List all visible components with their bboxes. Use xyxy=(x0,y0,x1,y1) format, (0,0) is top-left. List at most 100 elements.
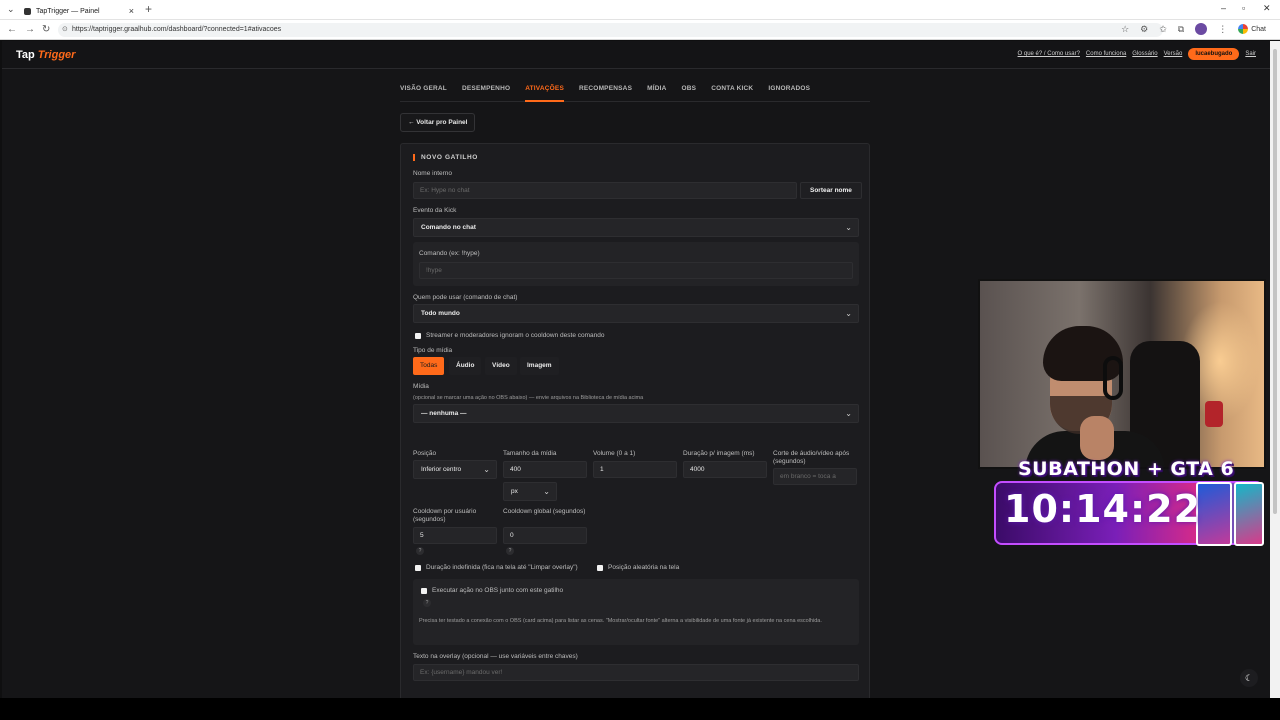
collections-icon[interactable]: ⧉ xyxy=(1178,24,1184,35)
checkbox-box[interactable] xyxy=(597,564,603,571)
chevron-down-icon: ⌄ xyxy=(845,309,852,318)
obs-action-checkbox[interactable]: Executar ação no OBS junto com este gati… xyxy=(421,587,563,594)
command-input[interactable]: !hype xyxy=(419,262,853,279)
tab-ignored[interactable]: IGNORADOS xyxy=(768,85,810,102)
media-value: — nenhuma — xyxy=(421,410,467,417)
scrollbar-thumb[interactable] xyxy=(1273,49,1277,514)
new-tab-icon[interactable]: + xyxy=(145,2,152,16)
extensions-icon[interactable]: ⚙ xyxy=(1140,24,1148,35)
minimize-icon[interactable]: – xyxy=(1221,3,1226,13)
browser-tab-strip: ⌄ TapTrigger — Painel × + – ▫ ✕ xyxy=(0,0,1280,20)
site-info-icon[interactable]: ⊙ xyxy=(62,23,68,37)
close-window-icon[interactable]: ✕ xyxy=(1263,3,1271,14)
random-position-label: Posição aleatória na tela xyxy=(608,564,680,571)
tab-list-icon[interactable]: ⌄ xyxy=(7,4,15,15)
media-type-audio[interactable]: Áudio xyxy=(449,357,482,375)
chevron-down-icon: ⌄ xyxy=(845,409,852,418)
url-bar[interactable]: ⊙ https://taptrigger.graalhub.com/dashbo… xyxy=(58,23,1163,37)
event-label: Evento da Kick xyxy=(413,207,457,214)
tab-rewards[interactable]: RECOMPENSAS xyxy=(579,85,632,102)
browser-toolbar-icons: ☆ ⚙ ✩ ⧉ ⋮ Chat xyxy=(1121,23,1266,35)
subathon-title: SUBATHON + GTA 6 xyxy=(1018,458,1235,480)
cooldown-ignore-label: Streamer e moderadores ignoram o cooldow… xyxy=(426,332,605,339)
reload-icon[interactable]: ↻ xyxy=(42,24,50,35)
webcam-overlay xyxy=(978,279,1266,469)
duration-label: Duração p/ imagem (ms) xyxy=(683,450,755,457)
command-box: Comando (ex: !hype) !hype xyxy=(413,242,859,286)
url-text: https://taptrigger.graalhub.com/dashboar… xyxy=(72,26,282,33)
indefinite-checkbox[interactable]: Duração indefinida (fica na tela até "Li… xyxy=(415,564,578,571)
media-type-image[interactable]: Imagem xyxy=(520,357,559,375)
volume-label: Volume (0 a 1) xyxy=(593,450,636,457)
chevron-down-icon: ⌄ xyxy=(845,223,852,232)
close-tab-icon[interactable]: × xyxy=(129,6,134,16)
help-icon[interactable]: ? xyxy=(423,599,431,607)
position-select[interactable]: Inferior centro ⌄ xyxy=(413,460,497,479)
who-select[interactable]: Todo mundo ⌄ xyxy=(413,304,859,323)
cooldown-ignore-checkbox[interactable]: Streamer e moderadores ignoram o cooldow… xyxy=(415,332,605,339)
position-label: Posição xyxy=(413,450,437,457)
random-position-checkbox[interactable]: Posição aleatória na tela xyxy=(597,564,679,571)
back-arrow-icon[interactable]: ← xyxy=(7,24,17,35)
media-type-label: Tipo de mídia xyxy=(413,347,453,354)
back-to-panel-button[interactable]: ← Voltar pro Painel xyxy=(400,113,476,132)
position-value: Inferior centro xyxy=(421,466,462,473)
media-label: Mídia xyxy=(413,383,429,390)
profile-avatar[interactable] xyxy=(1195,23,1208,35)
taskbar xyxy=(0,698,1280,720)
obs-action-box: Executar ação no OBS junto com este gati… xyxy=(413,579,859,645)
cut-input[interactable]: em branco = toca a xyxy=(773,468,857,485)
cooldown-global-input[interactable]: 0 xyxy=(503,527,587,544)
overlay-text-input[interactable]: Ex: {username} mandou ver! xyxy=(413,664,859,681)
bookmark-star-icon[interactable]: ☆ xyxy=(1121,24,1129,35)
cooldown-user-input[interactable]: 5 xyxy=(413,527,497,544)
chat-button[interactable]: Chat xyxy=(1238,24,1266,34)
size-input[interactable]: 400 xyxy=(503,461,587,478)
webcam-person xyxy=(1025,326,1165,467)
subathon-timer: 10:14:22 xyxy=(1004,487,1202,531)
event-select[interactable]: Comando no chat ⌄ xyxy=(413,218,859,237)
tab-media[interactable]: MÍDIA xyxy=(647,85,666,102)
cooldown-user-label: Cooldown por usuário (segundos) xyxy=(413,508,477,523)
tab-performance[interactable]: DESEMPENHO xyxy=(462,85,510,102)
cooldown-global-label: Cooldown global (segundos) xyxy=(503,508,586,515)
tab-activations[interactable]: ATIVAÇÕES xyxy=(525,85,564,102)
media-select[interactable]: — nenhuma — ⌄ xyxy=(413,404,859,423)
new-trigger-card: NOVO GATILHO Nome interno Ex: Hype no ch… xyxy=(400,143,870,698)
help-icon[interactable]: ? xyxy=(506,547,514,555)
media-help: (opcional se marcar uma ação no OBS abai… xyxy=(413,395,644,401)
browser-address-row: ← → ↻ ⊙ https://taptrigger.graalhub.com/… xyxy=(0,20,1280,40)
checkbox-box[interactable] xyxy=(415,332,421,339)
tab-obs[interactable]: OBS xyxy=(682,85,697,102)
section-tabs: VISÃO GERAL DESEMPENHO ATIVAÇÕES RECOMPE… xyxy=(400,85,870,102)
webcam-decor xyxy=(1205,401,1223,427)
game-cover-2 xyxy=(1234,482,1264,546)
more-menu-icon[interactable]: ⋮ xyxy=(1218,24,1227,35)
checkbox-box[interactable] xyxy=(415,564,421,571)
random-name-button[interactable]: Sortear nome xyxy=(800,182,862,199)
command-label: Comando (ex: !hype) xyxy=(419,250,480,257)
size-unit-select[interactable]: px ⌄ xyxy=(503,482,557,501)
checkbox-box[interactable] xyxy=(421,587,427,594)
internal-name-label: Nome interno xyxy=(413,170,453,177)
event-value: Comando no chat xyxy=(421,224,476,231)
favorites-icon[interactable]: ✩ xyxy=(1159,24,1167,35)
maximize-icon[interactable]: ▫ xyxy=(1242,3,1245,13)
media-type-all[interactable]: Todas xyxy=(413,357,445,375)
chevron-down-icon: ⌄ xyxy=(483,465,490,474)
help-icon[interactable]: ? xyxy=(416,547,424,555)
duration-input[interactable]: 4000 xyxy=(683,461,767,478)
obs-help: Precisa ter testado a conexão com o OBS … xyxy=(419,618,822,624)
tab-kick-account[interactable]: CONTA KICK xyxy=(711,85,753,102)
media-type-video[interactable]: Vídeo xyxy=(485,357,517,375)
forward-arrow-icon[interactable]: → xyxy=(25,24,35,35)
card-title: NOVO GATILHO xyxy=(413,154,478,161)
tab-overview[interactable]: VISÃO GERAL xyxy=(400,85,447,102)
cut-label: Corte de áudio/vídeo após (segundos) xyxy=(773,450,850,465)
volume-input[interactable]: 1 xyxy=(593,461,677,478)
browser-tab[interactable]: TapTrigger — Painel × xyxy=(18,2,140,20)
moon-icon[interactable]: ☾ xyxy=(1240,669,1258,687)
size-unit-value: px xyxy=(511,488,518,495)
internal-name-input[interactable]: Ex: Hype no chat xyxy=(413,182,797,199)
page-scrollbar[interactable] xyxy=(1270,41,1280,698)
